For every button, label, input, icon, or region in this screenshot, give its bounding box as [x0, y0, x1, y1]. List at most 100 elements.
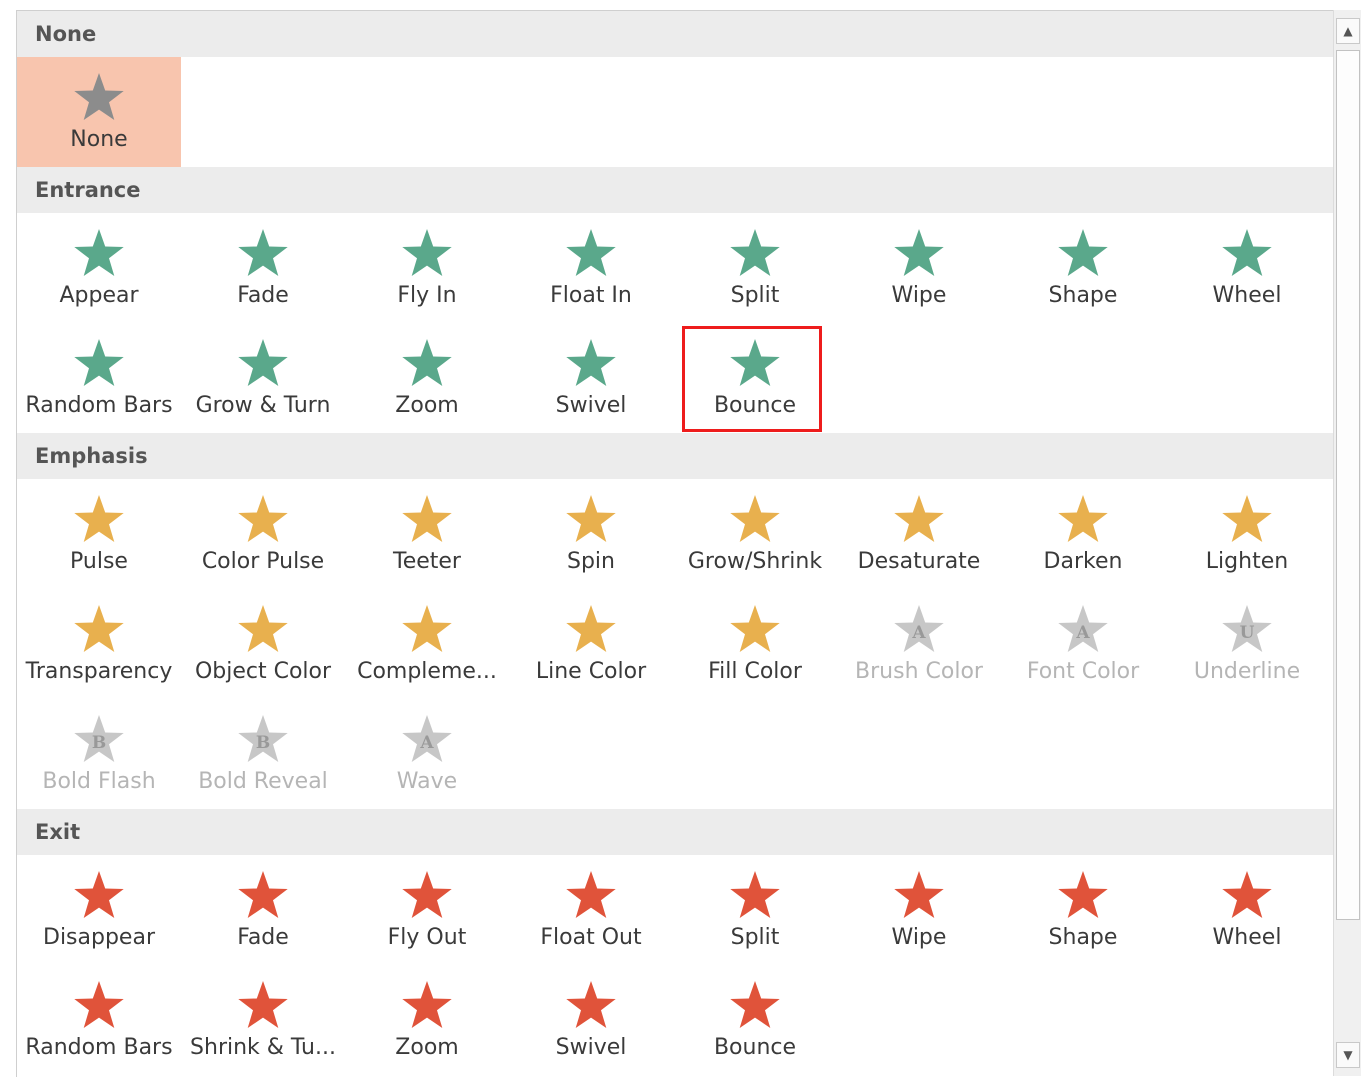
- effect-label: Object Color: [194, 659, 332, 684]
- effect-teeter[interactable]: Teeter: [345, 479, 509, 589]
- effect-none[interactable]: None: [17, 57, 181, 167]
- effect-fill-color[interactable]: Fill Color: [673, 589, 837, 699]
- section-header: Exit: [17, 809, 1333, 855]
- effect-swivel[interactable]: Swivel: [509, 965, 673, 1075]
- bounce-icon: [730, 339, 780, 386]
- effect-desaturate[interactable]: Desaturate: [837, 479, 1001, 589]
- effect-label: Fade: [237, 283, 289, 308]
- effect-letter: A: [911, 623, 926, 643]
- effect-split[interactable]: Split: [673, 213, 837, 323]
- effect-label: Spin: [567, 549, 615, 574]
- effect-wheel[interactable]: Wheel: [1165, 213, 1329, 323]
- effect-label: Shrink & Tu...: [190, 1035, 336, 1060]
- effect-label: Shape: [1048, 283, 1118, 308]
- effect-label: Swivel: [555, 393, 627, 418]
- effect-random-bars[interactable]: Random Bars: [17, 323, 181, 433]
- split-icon: [730, 229, 780, 276]
- swivel-icon: [566, 981, 616, 1028]
- effect-letter: B: [256, 733, 270, 753]
- effect-darken[interactable]: Darken: [1001, 479, 1165, 589]
- effect-letter: B: [92, 733, 106, 753]
- effect-spin[interactable]: Spin: [509, 479, 673, 589]
- effect-label: Lighten: [1205, 549, 1289, 574]
- effect-label: Appear: [59, 283, 139, 308]
- effect-zoom[interactable]: Zoom: [345, 323, 509, 433]
- grow-shrink-icon: [730, 495, 780, 542]
- color-pulse-icon: [238, 495, 288, 542]
- effect-object-color[interactable]: Object Color: [181, 589, 345, 699]
- effect-lighten[interactable]: Lighten: [1165, 479, 1329, 589]
- effect-label: Zoom: [395, 393, 459, 418]
- wipe-icon: [894, 229, 944, 276]
- line-color-icon: [566, 605, 616, 652]
- effect-appear[interactable]: Appear: [17, 213, 181, 323]
- effect-shrink-tu[interactable]: Shrink & Tu...: [181, 965, 345, 1075]
- effect-bold-reveal: B Bold Reveal: [181, 699, 345, 809]
- teeter-icon: [402, 495, 452, 542]
- scroll-up-arrow-icon[interactable]: ▲: [1336, 18, 1360, 44]
- pulse-icon: [74, 495, 124, 542]
- transparency-icon: [74, 605, 124, 652]
- effect-pulse[interactable]: Pulse: [17, 479, 181, 589]
- effect-zoom[interactable]: Zoom: [345, 965, 509, 1075]
- effect-float-in[interactable]: Float In: [509, 213, 673, 323]
- effect-compleme[interactable]: Compleme...: [345, 589, 509, 699]
- effect-color-pulse[interactable]: Color Pulse: [181, 479, 345, 589]
- effect-wipe[interactable]: Wipe: [837, 855, 1001, 965]
- effect-fade[interactable]: Fade: [181, 213, 345, 323]
- effect-wheel[interactable]: Wheel: [1165, 855, 1329, 965]
- effect-label: Grow/Shrink: [687, 549, 823, 574]
- effect-bounce[interactable]: Bounce: [673, 323, 837, 433]
- effect-row: B Bold Flash B Bold Reveal A Wave: [17, 699, 1333, 809]
- effect-disappear[interactable]: Disappear: [17, 855, 181, 965]
- effect-label: Float In: [550, 283, 632, 308]
- effect-transparency[interactable]: Transparency: [17, 589, 181, 699]
- effect-swivel[interactable]: Swivel: [509, 323, 673, 433]
- brush-color-icon: A: [894, 605, 944, 652]
- bold-reveal-icon: B: [238, 715, 288, 762]
- swivel-icon: [566, 339, 616, 386]
- effect-letter: U: [1240, 623, 1255, 643]
- effect-fade[interactable]: Fade: [181, 855, 345, 965]
- random-bars-icon: [74, 339, 124, 386]
- zoom-icon: [402, 981, 452, 1028]
- effect-label: Brush Color: [855, 659, 983, 684]
- effect-label: Compleme...: [357, 659, 497, 684]
- effect-grow-shrink[interactable]: Grow/Shrink: [673, 479, 837, 589]
- gallery-scrollbar[interactable]: ▲ ▼: [1333, 10, 1361, 1076]
- effect-wipe[interactable]: Wipe: [837, 213, 1001, 323]
- effect-grow-turn[interactable]: Grow & Turn: [181, 323, 345, 433]
- section-header: Emphasis: [17, 433, 1333, 479]
- object-color-icon: [238, 605, 288, 652]
- shrink-turn-icon: [238, 981, 288, 1028]
- effect-label: Bounce: [713, 393, 797, 418]
- effect-label: Wipe: [891, 283, 947, 308]
- effect-row: Random Bars Grow & Turn Zoom Swivel Bounce: [17, 323, 1333, 433]
- fly-in-icon: [402, 229, 452, 276]
- effect-label: Darken: [1043, 549, 1123, 574]
- effect-bounce[interactable]: Bounce: [673, 965, 837, 1075]
- scroll-down-arrow-icon[interactable]: ▼: [1336, 1042, 1360, 1068]
- effect-line-color[interactable]: Line Color: [509, 589, 673, 699]
- effect-row: Transparency Object Color Compleme... Line …: [17, 589, 1333, 699]
- effect-shape[interactable]: Shape: [1001, 213, 1165, 323]
- effect-row: Pulse Color Pulse Teeter Spin Grow/Shrink Des…: [17, 479, 1333, 589]
- effect-split[interactable]: Split: [673, 855, 837, 965]
- section-exit: Exit Disappear Fade Fly Out Float Out Split Wi…: [17, 809, 1333, 1075]
- effect-fly-out[interactable]: Fly Out: [345, 855, 509, 965]
- effect-label: Bounce: [713, 1035, 797, 1060]
- effect-shape[interactable]: Shape: [1001, 855, 1165, 965]
- effect-label: Wheel: [1212, 925, 1282, 950]
- effect-row: Appear Fade Fly In Float In Split Wipe Shape Wh…: [17, 213, 1333, 323]
- effect-random-bars[interactable]: Random Bars: [17, 965, 181, 1075]
- wipe-icon: [894, 871, 944, 918]
- effect-label: Random Bars: [25, 1035, 173, 1060]
- effect-float-out[interactable]: Float Out: [509, 855, 673, 965]
- zoom-icon: [402, 339, 452, 386]
- grow-turn-icon: [238, 339, 288, 386]
- effect-label: Swivel: [555, 1035, 627, 1060]
- shape-icon: [1058, 871, 1108, 918]
- effect-label: Fade: [237, 925, 289, 950]
- effect-fly-in[interactable]: Fly In: [345, 213, 509, 323]
- scrollbar-thumb[interactable]: [1336, 50, 1360, 920]
